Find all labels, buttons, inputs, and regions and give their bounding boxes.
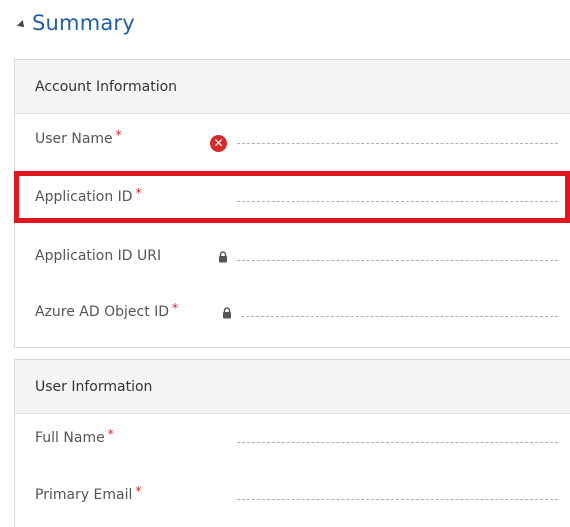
field-label: User Name *: [35, 128, 122, 147]
user-information-section: User Information Full Name * Primary Emai…: [14, 359, 570, 527]
field-label: Full Name *: [35, 427, 114, 446]
collapse-triangle-icon[interactable]: [17, 20, 27, 30]
section-title: User Information: [35, 378, 153, 395]
error-icon: ✕: [210, 135, 227, 152]
field-row-application-id-uri: Application ID URI: [15, 238, 570, 278]
field-row-primary-email: Primary Email *: [15, 477, 570, 517]
required-marker: *: [107, 427, 114, 441]
field-label: Application ID URI: [35, 248, 162, 264]
required-marker: *: [135, 484, 142, 498]
lock-icon: [219, 251, 227, 263]
lock-icon: [223, 307, 231, 319]
section-header: Account Information: [15, 60, 570, 114]
application-id-input[interactable]: [237, 201, 558, 202]
summary-title: Summary: [32, 11, 135, 35]
field-row-application-id: Application ID *: [15, 179, 570, 219]
user-name-input[interactable]: [237, 143, 558, 144]
application-id-uri-input[interactable]: [237, 260, 558, 261]
azure-ad-object-id-input[interactable]: [241, 316, 558, 317]
summary-header[interactable]: Summary: [17, 6, 135, 40]
section-header: User Information: [15, 360, 570, 414]
field-row-full-name: Full Name *: [15, 420, 570, 460]
required-marker: *: [135, 186, 142, 200]
account-information-section: Account Information User Name * ✕ Applica…: [14, 59, 570, 348]
required-marker: *: [115, 128, 122, 142]
required-marker: *: [172, 301, 179, 315]
field-row-user-name: User Name * ✕: [15, 121, 570, 161]
form-page: Summary Account Information User Name * ✕…: [0, 0, 570, 527]
field-row-azure-ad-object-id: Azure AD Object ID *: [15, 294, 570, 334]
primary-email-input[interactable]: [237, 499, 558, 500]
section-title: Account Information: [35, 78, 178, 95]
field-label: Azure AD Object ID *: [35, 301, 179, 320]
full-name-input[interactable]: [237, 442, 558, 443]
field-label: Primary Email *: [35, 484, 142, 503]
field-label: Application ID *: [35, 186, 142, 205]
